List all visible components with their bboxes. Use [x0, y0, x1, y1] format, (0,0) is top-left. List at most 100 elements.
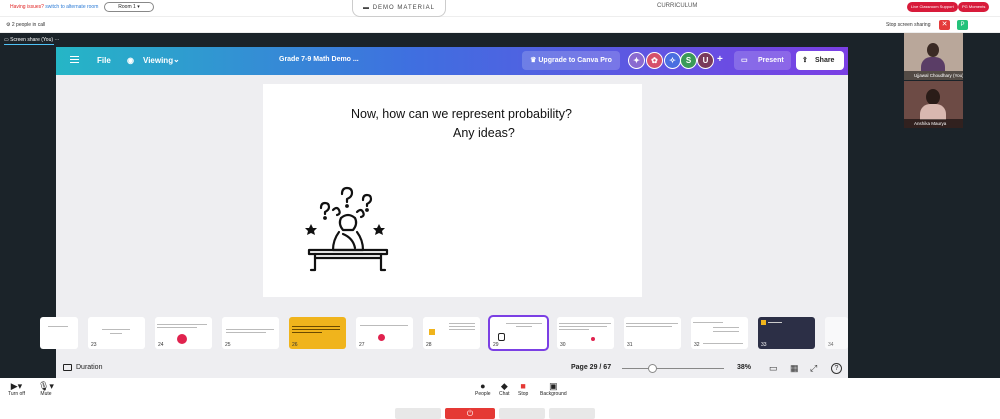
leave-call-button[interactable]: ⏻ — [445, 408, 495, 419]
present-button[interactable]: ▭ Present — [734, 51, 791, 70]
background-icon: ▣ — [549, 381, 558, 391]
avatar[interactable]: ✦ — [628, 52, 645, 69]
page-indicator[interactable]: Page 29 / 67 — [571, 364, 611, 371]
room-select[interactable]: Room 1 ▾ — [104, 2, 154, 12]
slide-thumbnail-current[interactable]: 29 — [488, 315, 549, 351]
slide-thumbnail[interactable]: 26 — [289, 317, 346, 349]
zoom-slider[interactable] — [622, 368, 724, 369]
chat-button[interactable]: ◆ Chat — [499, 381, 510, 397]
background-button[interactable]: ▣ Background — [540, 381, 567, 397]
slide-thumbnail[interactable] — [40, 317, 78, 349]
viewing-mode[interactable]: Viewing — [143, 56, 173, 65]
camera-icon: ▶▾ — [10, 381, 23, 391]
slide-thumbnail[interactable]: 32 — [691, 317, 748, 349]
screen-share-text: Screen share (You) — [10, 37, 54, 43]
thumbnail-number: 28 — [426, 342, 432, 348]
slide-thumbnail[interactable]: 27 — [356, 317, 413, 349]
participant-video[interactable]: Anshika Maurya — [904, 81, 963, 128]
thumbnail-number: 33 — [761, 342, 767, 348]
folder-icon: ▬ — [363, 5, 373, 11]
pg-moments-button[interactable]: PG Moments — [958, 2, 990, 12]
slide-thumbnail[interactable]: 28 — [423, 317, 480, 349]
present-label: Present — [758, 57, 784, 64]
participant-name: Ujjawal Choudhary (You) — [904, 71, 963, 80]
stop-label: Stop — [518, 391, 529, 397]
live-support-button[interactable]: Live Classroom Support — [907, 2, 958, 12]
issue-text: Having issues? — [10, 4, 44, 10]
call-bar: ⚙ 2 people in call Stop screen sharing ✕… — [0, 17, 1000, 33]
present-icon: ▭ — [741, 57, 748, 64]
chevron-down-icon: ▾ — [137, 4, 140, 10]
participant-video[interactable]: Ujjawal Choudhary (You) — [904, 33, 963, 80]
slide-question-line1: Now, how can we represent probability? — [351, 107, 572, 121]
switch-room-link[interactable]: switch to alternate room — [45, 4, 98, 10]
issue-notice: Having issues? switch to alternate room — [10, 4, 98, 10]
fullscreen-icon[interactable]: ⤢ — [810, 363, 817, 374]
share-label: Share — [815, 57, 835, 64]
tray-tab[interactable] — [395, 408, 441, 419]
thumbnail-number: 34 — [828, 342, 834, 348]
demo-material-label: DEMO MATERIAL — [372, 5, 435, 11]
duration-button[interactable]: Duration — [76, 364, 102, 371]
people-button[interactable]: ● People — [475, 381, 491, 397]
tray-tab[interactable] — [499, 408, 545, 419]
share-button[interactable]: ⇪ Share — [796, 51, 844, 70]
file-menu[interactable]: File — [97, 56, 111, 65]
stop-share-button[interactable]: ■ Stop — [518, 381, 528, 397]
slide-thumbnail[interactable]: 31 — [624, 317, 681, 349]
thumbnail-number: 26 — [292, 342, 298, 348]
thumbnail-number: 30 — [560, 342, 566, 348]
document-title[interactable]: Grade 7-9 Math Demo ... — [279, 56, 359, 63]
current-slide: Now, how can we represent probability? A… — [263, 84, 642, 297]
background-label: Background — [540, 391, 567, 397]
slide-thumbnail[interactable]: 34 — [825, 317, 848, 349]
microphone-icon: 🎙︎▾ — [38, 381, 54, 391]
stop-sharing-button[interactable]: ✕ — [939, 20, 950, 30]
participant-name: Anshika Maurya — [904, 119, 963, 128]
tray-tab[interactable] — [549, 408, 595, 419]
thumbnail-number: 25 — [225, 342, 231, 348]
pages-view-icon[interactable]: ▭ — [769, 363, 778, 374]
thumbnail-number: 27 — [359, 342, 365, 348]
avatar[interactable]: ✿ — [646, 52, 663, 69]
thumbnail-number: 32 — [694, 342, 700, 348]
slide-thumbnail[interactable]: 25 — [222, 317, 279, 349]
room-label: Room 1 — [118, 4, 136, 10]
slide-thumbnail[interactable]: 23 — [88, 317, 145, 349]
grid-view-icon[interactable]: ▦ — [790, 363, 799, 374]
thumbnail-number: 31 — [627, 342, 633, 348]
add-collaborator-icon[interactable]: + — [717, 54, 723, 65]
avatar-s[interactable]: S — [680, 52, 697, 69]
curriculum-tab[interactable]: CURRICULUM — [657, 3, 697, 9]
stop-sharing-label: Stop screen sharing — [886, 22, 931, 28]
slide-thumbnail[interactable]: 24 — [155, 317, 212, 349]
camera-toggle[interactable]: ▶▾ Turn off — [8, 381, 25, 397]
people-label: People — [475, 391, 491, 397]
avatar-u[interactable]: U — [697, 52, 714, 69]
help-icon[interactable]: ? — [831, 363, 842, 374]
screen-share-underline — [4, 44, 54, 45]
top-bar: Having issues? switch to alternate room … — [0, 0, 1000, 17]
stop-share-icon: ■ — [520, 381, 526, 391]
demo-material-tab[interactable]: ▬ DEMO MATERIAL — [352, 0, 446, 17]
thumbnail-number: 23 — [91, 342, 97, 348]
avatar[interactable]: ✧ — [664, 52, 681, 69]
upgrade-label: Upgrade to Canva Pro — [538, 57, 612, 64]
slide-question-line2: Any ideas? — [453, 126, 515, 140]
canva-toolbar: File ◉ Viewing ⌄ Grade 7-9 Math Demo ...… — [56, 47, 848, 75]
upgrade-button[interactable]: ♛ Upgrade to Canva Pro — [522, 51, 620, 70]
slide-thumbnail[interactable]: 30 — [557, 317, 614, 349]
duration-icon — [63, 364, 72, 371]
zoom-level[interactable]: 38% — [737, 364, 751, 371]
slide-thumbnail[interactable]: 33 — [758, 317, 815, 349]
more-options-icon[interactable]: ··· — [54, 37, 59, 43]
menu-icon[interactable] — [70, 56, 79, 65]
participant-badge[interactable]: P — [957, 20, 968, 30]
gear-icon[interactable]: ⚙ — [6, 22, 10, 28]
mic-toggle[interactable]: 🎙︎▾ Mute — [38, 381, 54, 397]
thumbnail-number: 24 — [158, 342, 164, 348]
thumbnail-number: 29 — [493, 342, 499, 348]
eye-icon: ◉ — [127, 56, 134, 65]
chevron-down-icon[interactable]: ⌄ — [173, 55, 180, 64]
screen-share-label: ▭ Screen share (You) ··· — [4, 37, 59, 43]
